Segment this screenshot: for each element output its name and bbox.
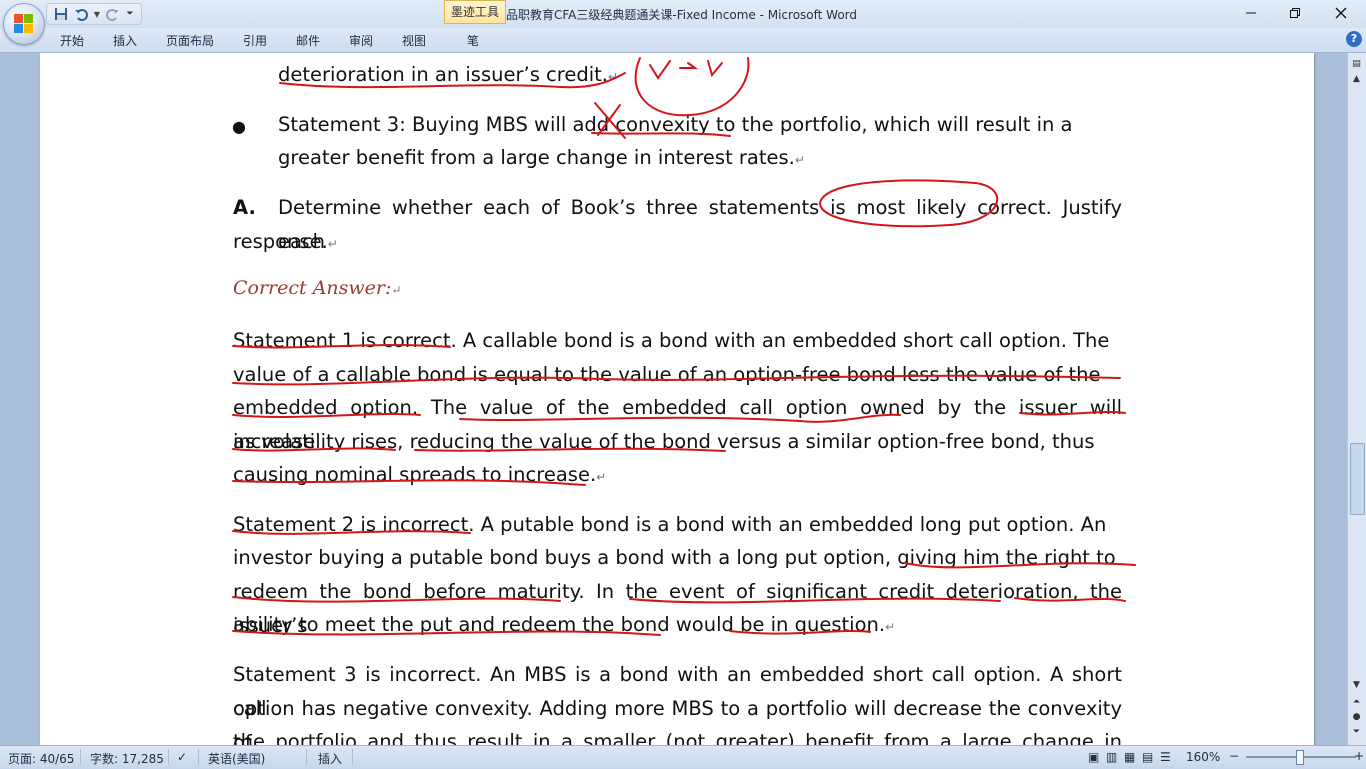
p2-line-4-text: ability to meet the put and redeem the b… [233,613,886,636]
help-icon[interactable]: ? [1346,31,1362,47]
zoom-slider-thumb[interactable] [1296,750,1304,765]
close-button[interactable] [1318,3,1364,23]
answer-label-text: Correct Answer: [233,277,392,299]
save-icon[interactable] [53,6,69,22]
status-separator [352,749,353,765]
window-title: 品职教育CFA三级经典题通关课-Fixed Income - Microsoft… [506,8,858,22]
tab-view[interactable]: 视图 [402,32,426,49]
outline-view-icon[interactable]: ▤ [1142,750,1153,764]
ribbon-tabs: 开始 插入 页面布局 引用 邮件 审阅 视图 笔 ? [0,28,1366,53]
statement-3-line-1: Statement 3: Buying MBS will add convexi… [278,113,1073,136]
text-line-top: deterioration in an issuer’s credit.↵ [278,58,1122,95]
status-separator [80,749,81,765]
restore-icon [1290,8,1300,18]
document-area: deterioration in an issuer’s credit.↵ ● … [0,53,1348,745]
paragraph-mark: ↵ [391,283,402,297]
status-bar: 页面: 40/65 字数: 17,285 ✓ 英语(美国) 插入 ▣ ▥ ▦ ▤… [0,745,1366,769]
proofing-icon[interactable]: ✓ [177,750,187,764]
undo-dropdown-icon[interactable]: ▼ [93,6,101,22]
title-bar: ▼ ⏷ 墨迹工具 品职教育CFA三级经典题通关课-Fixed Income - … [0,0,1366,45]
minimize-icon [1246,12,1256,14]
paragraph-mark: ↵ [596,470,607,484]
tab-page-layout[interactable]: 页面布局 [166,32,214,49]
p1-line-2: value of a callable bond is equal to the… [233,363,1101,386]
page-counter[interactable]: 页面: 40/65 [8,750,74,767]
customize-icon[interactable]: ⏷ [125,6,135,22]
p1-line-5-text: causing nominal spreads to increase. [233,463,597,486]
question-a-line-2: response.↵ [233,225,1122,262]
full-screen-reading-icon[interactable]: ▥ [1106,750,1117,764]
tab-pen[interactable]: 笔 [467,32,479,49]
select-browse-object-icon[interactable]: ● [1350,711,1363,724]
bullet-icon: ● [232,117,246,136]
next-page-icon[interactable]: ⏷ [1350,726,1363,739]
status-separator [168,749,169,765]
zoom-in-button[interactable]: + [1354,749,1364,763]
tab-mailings[interactable]: 邮件 [296,32,320,49]
paragraph-mark: ↵ [608,70,619,84]
ruler-toggle-icon[interactable]: ▤ [1350,58,1363,71]
paragraph-mark: ↵ [885,620,896,634]
status-separator [198,749,199,765]
scrollbar-thumb[interactable] [1350,443,1365,515]
p1-line-5: causing nominal spreads to increase.↵ [233,458,1122,495]
tab-references[interactable]: 引用 [243,32,267,49]
p1-line-1: Statement 1 is correct. A callable bond … [233,329,1110,352]
tab-review[interactable]: 审阅 [349,32,373,49]
tab-insert[interactable]: 插入 [113,32,137,49]
status-separator [306,749,307,765]
p1-line-4: as volatility rises, reducing the value … [233,430,1095,453]
quick-access-toolbar: ▼ ⏷ [46,3,142,25]
close-icon [1335,7,1347,19]
word-count[interactable]: 字数: 17,285 [90,750,164,767]
statement-3-line-2: greater benefit from a large change in i… [278,141,1122,178]
p2-line-2: investor buying a putable bond buys a bo… [233,546,1116,569]
print-layout-view-icon[interactable]: ▣ [1088,750,1099,764]
office-button[interactable] [3,3,45,45]
office-logo-icon [14,14,34,34]
contextual-tab-ink-tools[interactable]: 墨迹工具 [444,0,506,24]
line-top-text: deterioration in an issuer’s credit. [278,63,608,86]
paragraph-mark: ↵ [794,153,805,167]
minimize-button[interactable] [1228,3,1274,23]
zoom-out-button[interactable]: − [1229,749,1239,763]
redo-icon[interactable] [105,6,121,22]
document-page[interactable]: deterioration in an issuer’s credit.↵ ● … [40,53,1314,745]
web-layout-icon[interactable]: ▦ [1124,750,1135,764]
restore-button[interactable] [1272,3,1318,23]
paragraph-mark: ↵ [327,237,338,251]
p2-line-4: ability to meet the put and redeem the b… [233,608,1122,645]
correct-answer-label: Correct Answer:↵ [233,277,401,299]
undo-icon[interactable] [73,6,89,22]
vertical-scrollbar[interactable]: ▤ ▲ ▼ ⏶ ● ⏷ [1347,53,1366,745]
scroll-down-icon[interactable]: ▼ [1350,679,1363,692]
question-a-label: A. [233,196,256,219]
draft-view-icon[interactable]: ☰ [1160,750,1171,764]
insert-mode-indicator[interactable]: 插入 [318,750,342,767]
language-indicator[interactable]: 英语(美国) [208,750,265,767]
statement-3-text: greater benefit from a large change in i… [278,146,795,169]
p2-line-1: Statement 2 is incorrect. A putable bond… [233,513,1107,536]
previous-page-icon[interactable]: ⏶ [1350,696,1363,709]
p3-line-3: the portfolio and thus result in a small… [233,730,1122,745]
question-a-text: response. [233,230,328,253]
zoom-level[interactable]: 160% [1186,750,1220,764]
scroll-up-icon[interactable]: ▲ [1350,73,1363,86]
tab-home[interactable]: 开始 [60,32,84,49]
